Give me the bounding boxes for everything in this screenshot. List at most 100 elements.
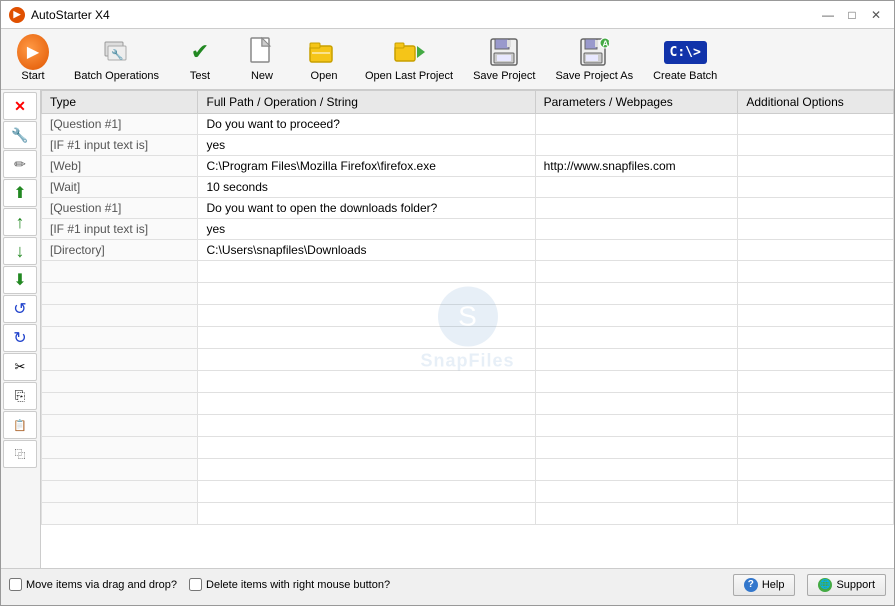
side-toolbar: ✕ 🔧 ✏ ⬆ ↑ ↓ ⬇ ↺ ↻ ✂ ⎘ 📋 ⿻ [1, 90, 41, 568]
cell-params [535, 135, 738, 156]
app-title: AutoStarter X4 [31, 8, 110, 22]
drag-drop-checkbox[interactable] [9, 578, 22, 591]
cell-params [535, 198, 738, 219]
table-header-row: Type Full Path / Operation / String Para… [42, 91, 894, 114]
move-up-button[interactable]: ↑ [3, 208, 37, 236]
table-row[interactable]: [Question #1]Do you want to open the dow… [42, 198, 894, 219]
svg-text:🔧: 🔧 [111, 48, 123, 61]
create-batch-icon: C:\> [664, 41, 707, 64]
cell-fullpath: C:\Program Files\Mozilla Firefox\firefox… [198, 156, 535, 177]
cell-type: [Question #1] [42, 198, 198, 219]
right-click-delete-checkbox[interactable] [189, 578, 202, 591]
duplicate-button[interactable]: ⿻ [3, 440, 37, 468]
cell-options [738, 177, 894, 198]
rotate-down-button[interactable]: ↻ [3, 324, 37, 352]
rotate-up-button[interactable]: ↺ [3, 295, 37, 323]
save-as-button[interactable]: AS Save Project As [546, 31, 642, 87]
new-button[interactable]: New [232, 31, 292, 87]
cell-options [738, 156, 894, 177]
cut-button[interactable]: ✂ [3, 353, 37, 381]
main-area: ✕ 🔧 ✏ ⬆ ↑ ↓ ⬇ ↺ ↻ ✂ ⎘ 📋 ⿻ S SnapFiles Ty… [1, 90, 894, 568]
empty-row [42, 459, 894, 481]
minimize-button[interactable]: — [818, 5, 838, 25]
title-bar: ▶ AutoStarter X4 — □ ✕ [1, 1, 894, 29]
empty-row [42, 415, 894, 437]
save-icon [489, 37, 519, 67]
cell-fullpath: yes [198, 219, 535, 240]
copy-button[interactable]: ⎘ [3, 382, 37, 410]
cell-params: http://www.snapfiles.com [535, 156, 738, 177]
start-button[interactable]: ▶ Start [3, 31, 63, 87]
table-row[interactable]: [Web]C:\Program Files\Mozilla Firefox\fi… [42, 156, 894, 177]
test-button[interactable]: ✔ Test [170, 31, 230, 87]
help-button[interactable]: ? Help [733, 574, 796, 596]
cell-type: [Web] [42, 156, 198, 177]
cell-params [535, 114, 738, 135]
table-row[interactable]: [Wait]10 seconds [42, 177, 894, 198]
cell-fullpath: C:\Users\snapfiles\Downloads [198, 240, 535, 261]
table-row[interactable]: [Question #1]Do you want to proceed? [42, 114, 894, 135]
right-click-delete-checkbox-label[interactable]: Delete items with right mouse button? [189, 578, 390, 591]
empty-row [42, 503, 894, 525]
test-icon: ✔ [191, 39, 209, 65]
cell-params [535, 177, 738, 198]
table-row[interactable]: [IF #1 input text is]yes [42, 219, 894, 240]
cell-type: [IF #1 input text is] [42, 135, 198, 156]
cell-options [738, 240, 894, 261]
start-icon: ▶ [17, 34, 49, 70]
open-last-button[interactable]: Open Last Project [356, 31, 462, 87]
new-icon [248, 36, 276, 68]
paste-button[interactable]: 📋 [3, 411, 37, 439]
move-down-button[interactable]: ↓ [3, 237, 37, 265]
support-button[interactable]: 🌐 Support [807, 574, 886, 596]
cell-type: [IF #1 input text is] [42, 219, 198, 240]
create-batch-button[interactable]: C:\> Create Batch [644, 31, 726, 87]
batch-operations-button[interactable]: 🔧 Batch Operations [65, 31, 168, 87]
table-row[interactable]: [Directory]C:\Users\snapfiles\Downloads [42, 240, 894, 261]
col-type: Type [42, 91, 198, 114]
edit-button[interactable]: 🔧 [3, 121, 37, 149]
cell-fullpath: yes [198, 135, 535, 156]
cell-fullpath: Do you want to proceed? [198, 114, 535, 135]
cell-fullpath: Do you want to open the downloads folder… [198, 198, 535, 219]
cell-options [738, 219, 894, 240]
move-up-fast-button[interactable]: ⬆ [3, 179, 37, 207]
empty-row [42, 349, 894, 371]
open-last-icon [393, 38, 425, 66]
cell-type: [Directory] [42, 240, 198, 261]
batch-ops-icon: 🔧 [101, 36, 133, 68]
table-area: S SnapFiles Type Full Path / Operation /… [41, 90, 894, 568]
main-toolbar: ▶ Start 🔧 Batch Operations ✔ Test [1, 29, 894, 90]
col-fullpath: Full Path / Operation / String [198, 91, 535, 114]
operations-table: Type Full Path / Operation / String Para… [41, 90, 894, 525]
col-options: Additional Options [738, 91, 894, 114]
support-icon: 🌐 [818, 578, 832, 592]
cell-options [738, 114, 894, 135]
close-button[interactable]: ✕ [866, 5, 886, 25]
cell-fullpath: 10 seconds [198, 177, 535, 198]
empty-row [42, 371, 894, 393]
pencil-button[interactable]: ✏ [3, 150, 37, 178]
open-icon [308, 38, 340, 66]
empty-row [42, 327, 894, 349]
cell-options [738, 198, 894, 219]
help-icon: ? [744, 578, 758, 592]
cell-type: [Question #1] [42, 114, 198, 135]
app-icon: ▶ [9, 7, 25, 23]
maximize-button[interactable]: □ [842, 5, 862, 25]
empty-row [42, 283, 894, 305]
svg-text:AS: AS [603, 40, 610, 49]
save-button[interactable]: Save Project [464, 31, 544, 87]
empty-row [42, 437, 894, 459]
drag-drop-checkbox-label[interactable]: Move items via drag and drop? [9, 578, 177, 591]
table-row[interactable]: [IF #1 input text is]yes [42, 135, 894, 156]
empty-row [42, 393, 894, 415]
open-button[interactable]: Open [294, 31, 354, 87]
save-as-icon: AS [579, 37, 609, 67]
delete-button[interactable]: ✕ [3, 92, 37, 120]
window-controls: — □ ✕ [818, 5, 886, 25]
empty-row [42, 305, 894, 327]
move-down-fast-button[interactable]: ⬇ [3, 266, 37, 294]
cell-options [738, 135, 894, 156]
empty-row [42, 481, 894, 503]
